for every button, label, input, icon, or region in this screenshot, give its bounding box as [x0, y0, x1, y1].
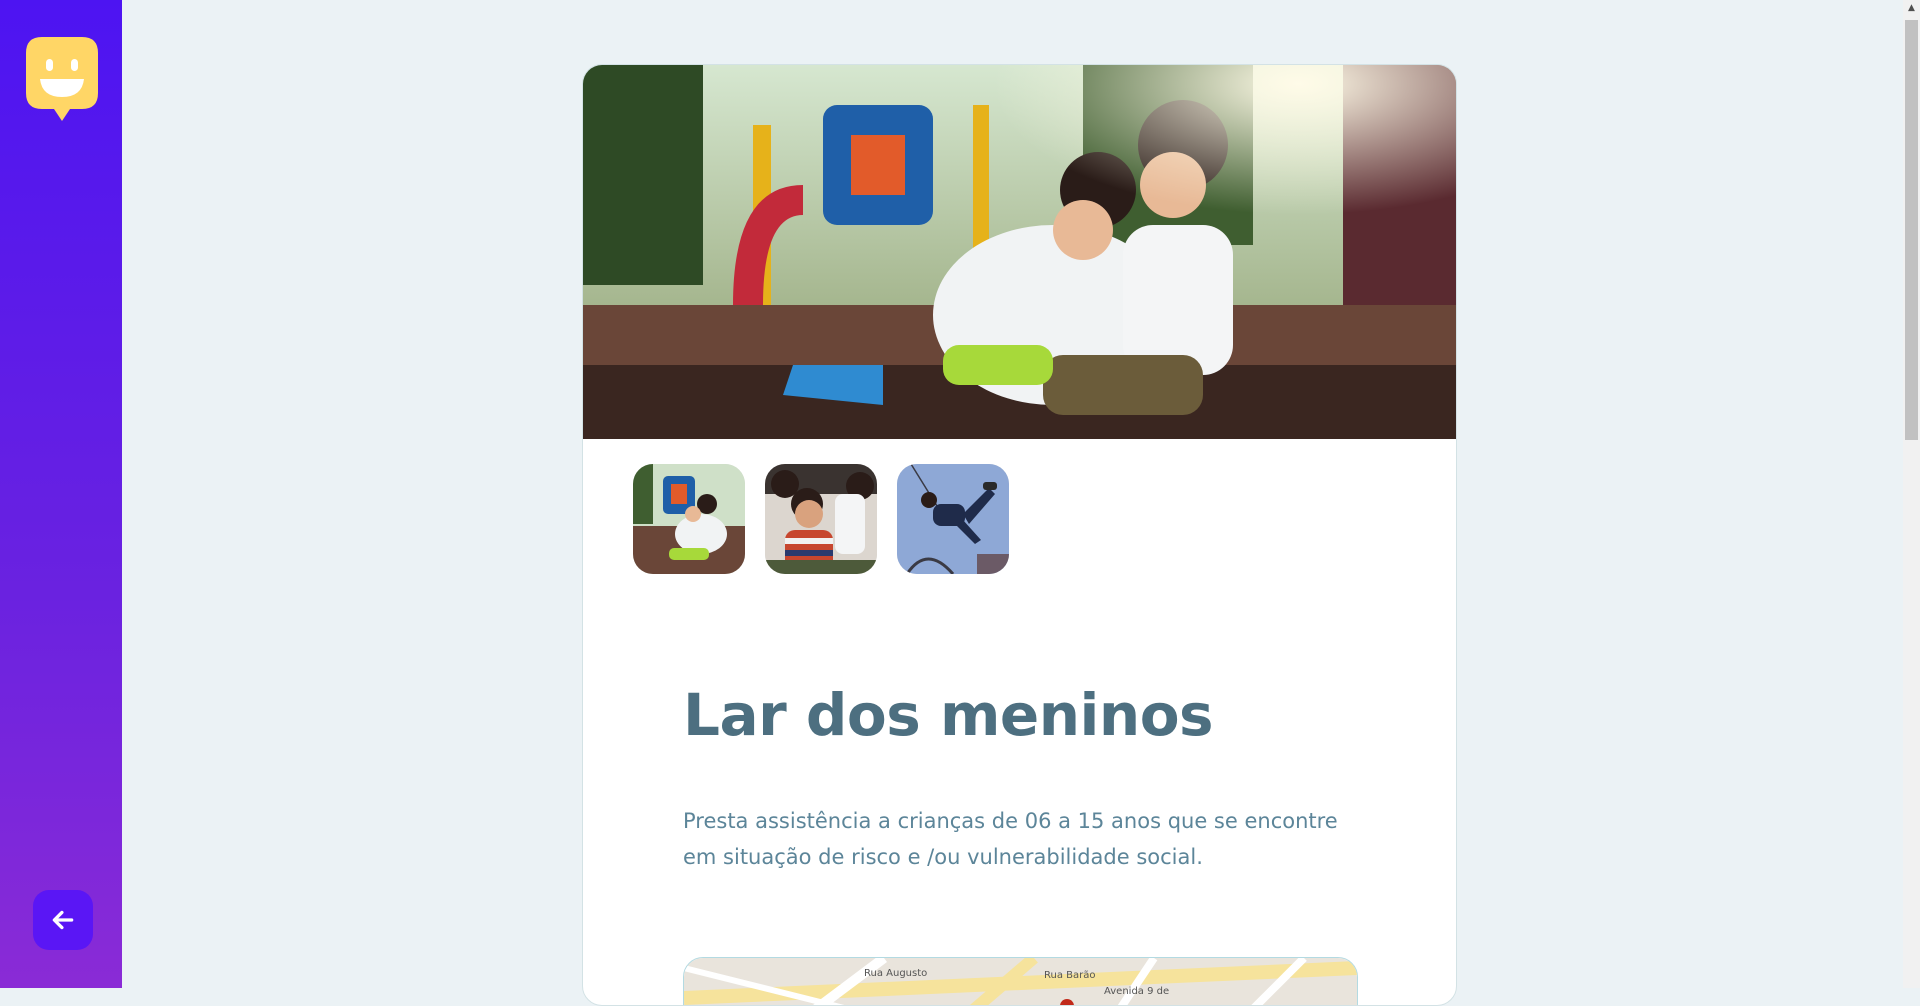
back-button[interactable] — [33, 890, 93, 950]
thumbnail-1[interactable] — [633, 464, 745, 574]
thumbnail-3[interactable] — [897, 464, 1009, 574]
logo-icon[interactable] — [26, 37, 98, 121]
map-street-label: Rua Barão — [1044, 970, 1096, 981]
scroll-up-arrow-icon[interactable]: ▲ — [1903, 0, 1920, 17]
sidebar — [0, 0, 122, 988]
place-details-card: Lar dos meninos Presta assistência a cri… — [582, 64, 1457, 1006]
thumbnail-2[interactable] — [765, 464, 877, 574]
vertical-scrollbar[interactable]: ▲ — [1903, 0, 1920, 988]
page-title: Lar dos meninos — [683, 681, 1214, 749]
hero-image — [583, 65, 1456, 439]
arrow-left-icon — [52, 910, 74, 930]
thumbnail-gallery — [633, 464, 1009, 574]
scrollbar-thumb[interactable] — [1905, 20, 1918, 440]
location-map[interactable]: Rua Augusto Rua Barão Avenida 9 de — [683, 957, 1358, 1005]
place-description: Presta assistência a crianças de 06 a 15… — [683, 809, 1338, 869]
map-street-label: Rua Augusto — [864, 968, 927, 979]
